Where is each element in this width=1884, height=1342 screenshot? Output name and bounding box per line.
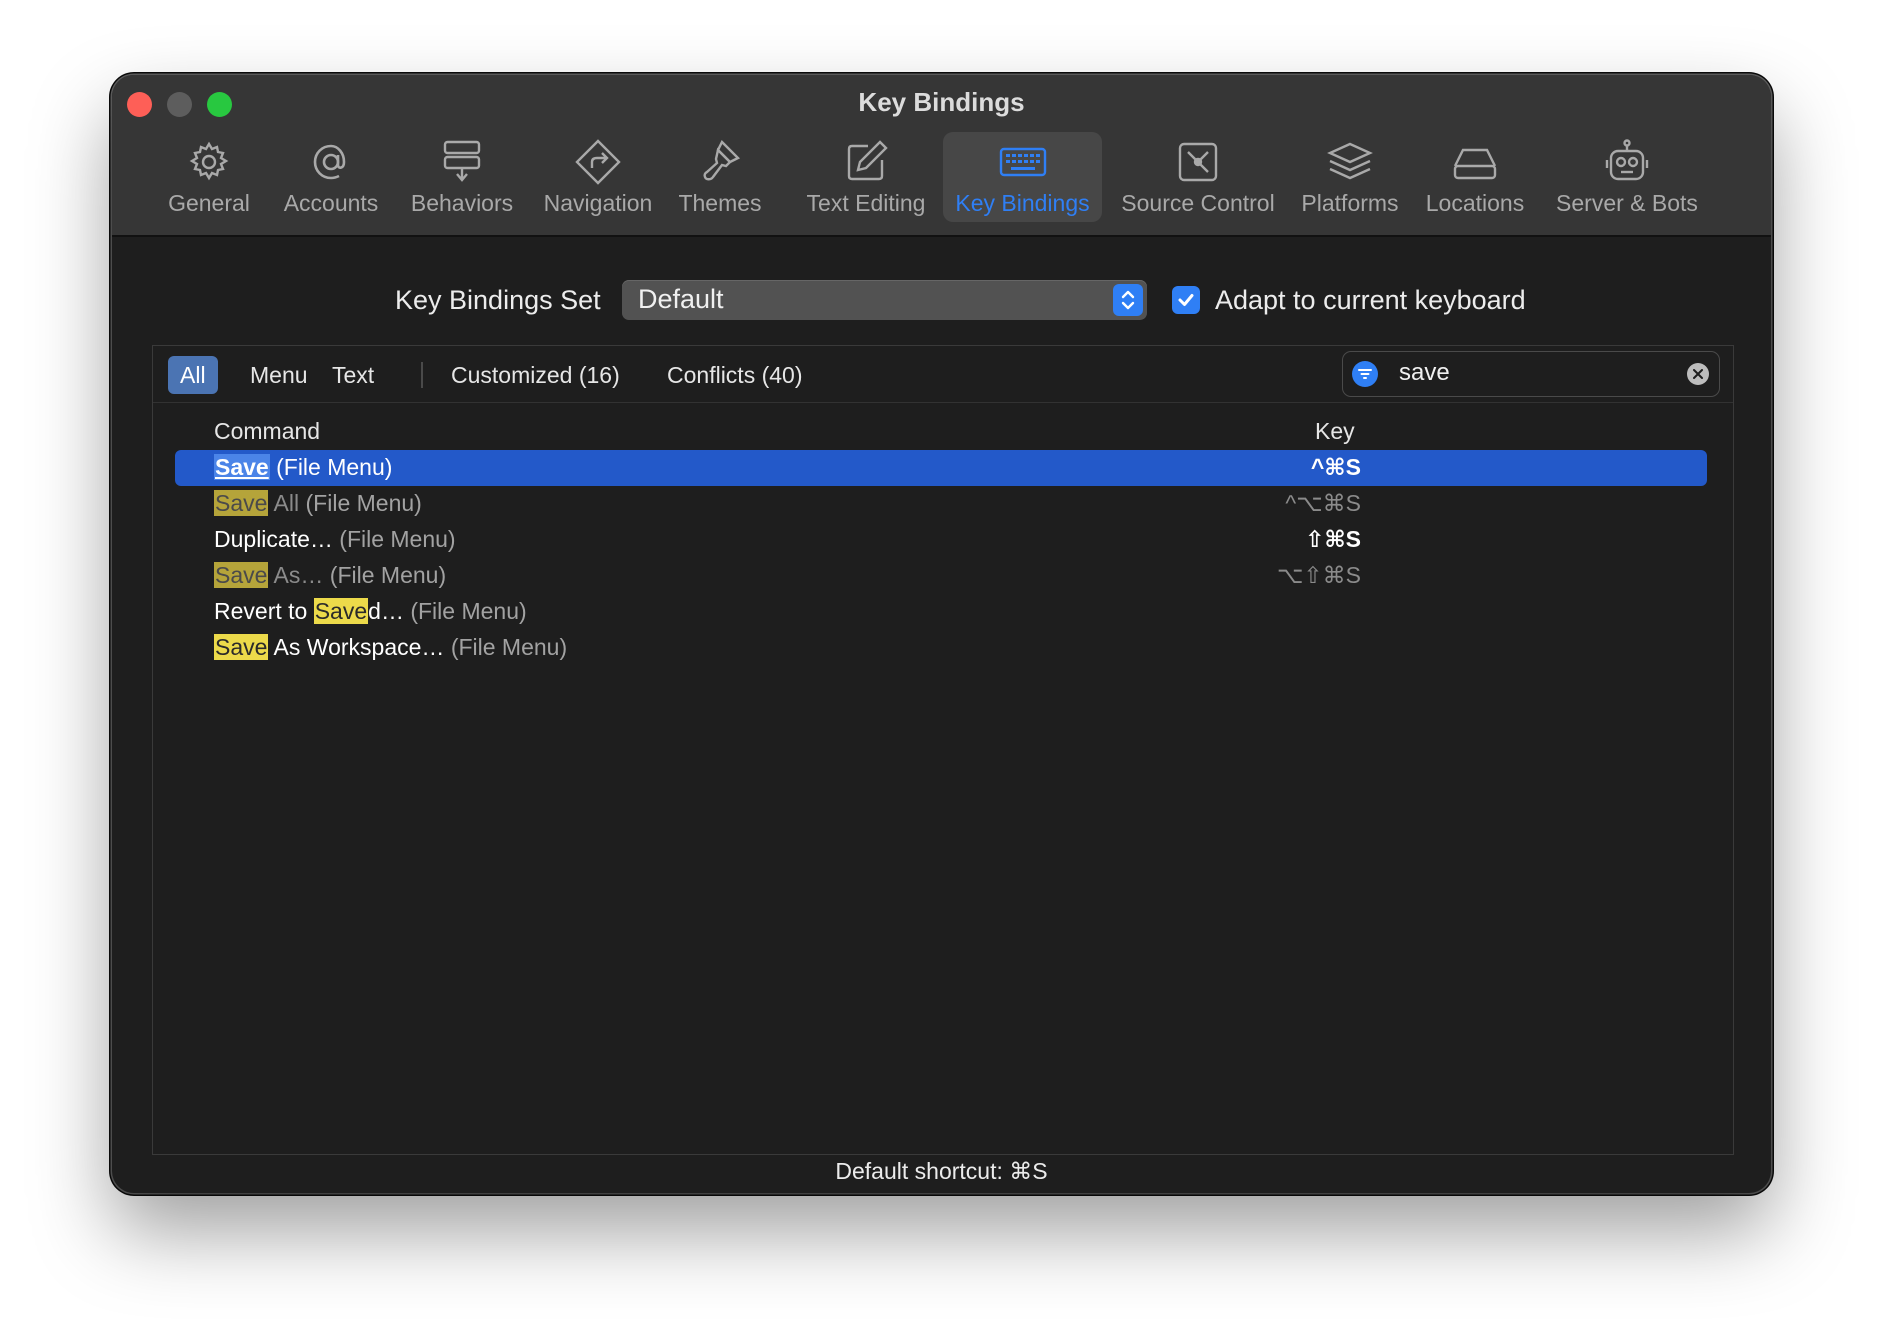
divider [421,362,423,388]
command-cell: Revert to Saved… (File Menu) [214,598,527,625]
match-highlight: Save [214,562,269,588]
filter-tab-menu[interactable]: Menu [238,356,320,394]
search-input[interactable] [1399,357,1669,389]
match-highlight: Save [313,598,369,624]
match-highlight: Save [214,454,270,480]
table-row[interactable]: Save As… (File Menu) ⌥⇧⌘S [175,558,1707,594]
tab-label: Behaviors [410,190,514,216]
gear-icon [183,136,235,188]
tab-label: Accounts [283,190,379,216]
key-cell: ^⌥⌘S [1285,490,1361,516]
menu-tag: (File Menu) [410,598,527,624]
match-highlight: Save [214,490,269,516]
tab-behaviors[interactable]: Behaviors [400,132,524,222]
table-row[interactable]: Duplicate… (File Menu) ⇧⌘S [175,522,1707,558]
settings-window: Key Bindings General Accounts Behaviors … [112,75,1771,1193]
tab-label: Platforms [1301,190,1399,216]
tab-label: Key Bindings [955,190,1090,216]
key-bindings-set-label: Key Bindings Set [395,285,601,315]
behaviors-icon [436,136,488,188]
tab-server-and-bots[interactable]: Server & Bots [1544,132,1710,222]
tab-label: Server & Bots [1556,190,1698,216]
table-row[interactable]: Revert to Saved… (File Menu) [175,594,1707,630]
column-header-command[interactable]: Command [214,418,320,445]
stack-icon [1324,136,1376,188]
command-rest: d… [368,598,404,624]
tab-accounts[interactable]: Accounts [274,132,388,222]
filter-tab-all[interactable]: All [168,356,218,394]
command-rest: As… [268,562,324,588]
match-highlight: Save [214,634,269,660]
clear-search-icon[interactable] [1687,363,1709,385]
command-cell: Save As Workspace… (File Menu) [214,634,567,661]
adapt-keyboard-label[interactable]: Adapt to current keyboard [1215,285,1526,316]
menu-tag: (File Menu) [450,634,568,660]
command-rest: As Workspace… [268,634,445,660]
tab-platforms[interactable]: Platforms [1293,132,1407,222]
adapt-keyboard-checkbox[interactable] [1172,286,1200,314]
command-cell: Save All (File Menu) [214,490,422,517]
menu-tag: (File Menu) [276,454,393,480]
tab-label: Themes [678,190,762,216]
keyboard-icon [997,136,1049,188]
at-sign-icon [305,136,357,188]
edit-icon [840,136,892,188]
tab-general[interactable]: General [156,132,262,222]
tab-label: Navigation [543,190,653,216]
key-cell: ^⌘S [1310,454,1361,480]
tab-themes[interactable]: Themes [673,132,767,222]
menu-tag: (File Menu) [305,490,422,516]
tab-label: Text Editing [806,190,926,216]
command-rest: All [268,490,300,516]
status-text: Default shortcut: ⌘S [835,1158,1048,1184]
checkmark-icon [1178,294,1194,306]
key-bindings-panel: All Menu Text Customized (16) Conflicts … [152,345,1734,1155]
drive-icon [1449,136,1501,188]
navigation-icon [572,136,624,188]
filter-tab-conflicts[interactable]: Conflicts (40) [655,356,814,394]
command-cell: Duplicate… (File Menu) [214,526,456,553]
menu-tag: (File Menu) [329,562,447,588]
key-bindings-set-select[interactable]: Default [622,280,1147,320]
column-header-key[interactable]: Key [1315,418,1355,445]
key-cell: ⇧⌘S [1305,526,1361,552]
source-control-icon [1172,136,1224,188]
paintbrush-icon [694,136,746,188]
filter-bar: All Menu Text Customized (16) Conflicts … [153,346,1733,403]
preferences-toolbar: General Accounts Behaviors Navigation Th… [112,132,1771,224]
tab-label: General [168,190,250,216]
chevron-up-down-icon [1113,284,1143,316]
command-text: Revert to [214,598,314,624]
search-field[interactable] [1342,351,1720,397]
window-title: Key Bindings [858,87,1025,117]
tab-source-control[interactable]: Source Control [1114,132,1282,222]
tab-navigation[interactable]: Navigation [536,132,660,222]
tab-text-editing[interactable]: Text Editing [800,132,932,222]
tab-key-bindings[interactable]: Key Bindings [943,132,1102,222]
table-row[interactable]: Save (File Menu) ^⌘S [175,450,1707,486]
tab-label: Locations [1425,190,1525,216]
titlebar: Key Bindings General Accounts Behaviors … [112,75,1771,237]
key-cell: ⌥⇧⌘S [1276,562,1361,588]
select-value: Default [638,284,724,314]
tab-locations[interactable]: Locations [1418,132,1532,222]
filter-tab-text[interactable]: Text [320,356,386,394]
table-row[interactable]: Save As Workspace… (File Menu) [175,630,1707,666]
command-cell: Save (File Menu) [214,454,392,481]
command-text: Duplicate… [214,526,340,552]
tab-label: Source Control [1121,190,1275,216]
robot-icon [1601,136,1653,188]
command-cell: Save As… (File Menu) [214,562,446,589]
filter-tab-customized[interactable]: Customized (16) [439,356,632,394]
menu-tag: (File Menu) [339,526,456,552]
filter-icon[interactable] [1352,361,1378,387]
table-row[interactable]: Save All (File Menu) ^⌥⌘S [175,486,1707,522]
